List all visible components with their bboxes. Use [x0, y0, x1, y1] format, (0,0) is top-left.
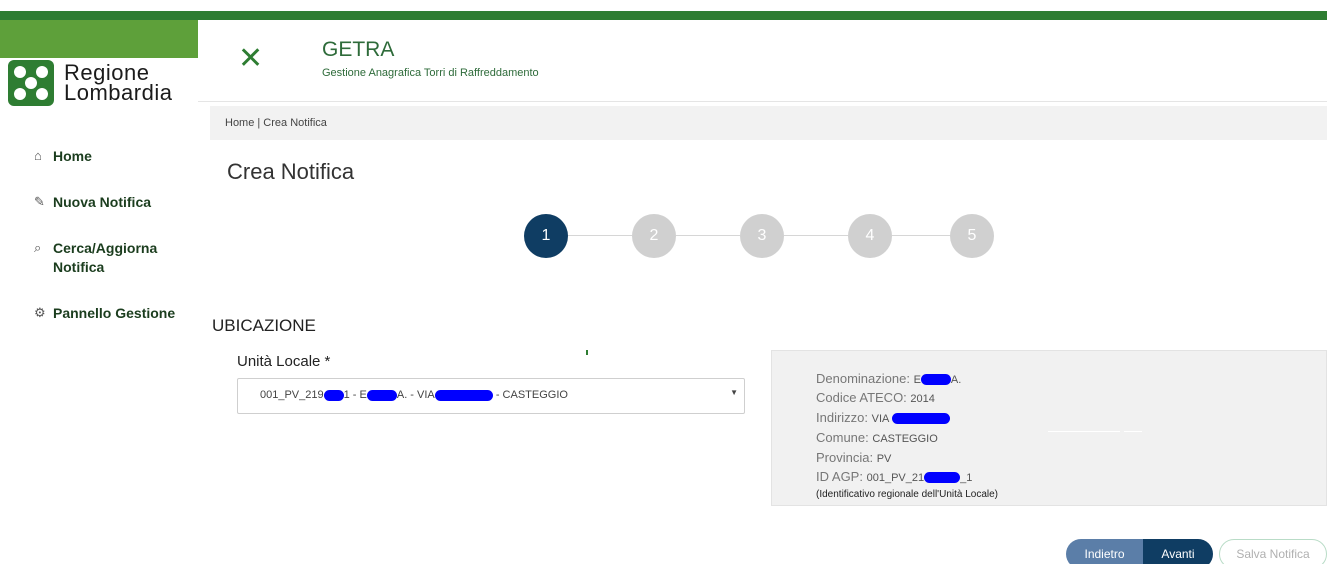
redaction-mark: [920, 374, 951, 386]
redaction-mark: [924, 472, 961, 484]
detail-value: E: [913, 374, 921, 386]
app-header: ✕ GETRA Gestione Anagrafica Torri di Raf…: [198, 20, 1327, 102]
detail-indirizzo: Indirizzo: VIA: [816, 410, 951, 425]
next-button[interactable]: Avanti: [1143, 539, 1213, 564]
save-notification-button[interactable]: Salva Notifica: [1219, 539, 1327, 564]
detail-value: 2014: [910, 393, 935, 405]
logo-line-2: Lombardia: [64, 80, 173, 105]
sidebar-item-label: Nuova Notifica: [53, 194, 152, 210]
step-connector: [568, 235, 632, 236]
sidebar-item-label: Pannello Gestione: [53, 305, 176, 321]
value-part: 1 - E: [343, 389, 367, 401]
detail-value: CASTEGGIO: [872, 433, 938, 445]
logo-strip: [0, 20, 198, 58]
section-title: UBICAZIONE: [212, 316, 316, 335]
unit-select-value: 001_PV_219 1 - E A. - VIA - CASTEGGIO: [260, 389, 568, 401]
app-title: GETRA: [322, 38, 395, 61]
edit-icon: ✎: [34, 194, 45, 209]
detail-label: Codice ATECO:: [816, 390, 907, 405]
decorative-tick: [586, 350, 588, 355]
gear-icon: ⚙: [34, 305, 46, 320]
search-icon: ⌕: [34, 240, 42, 255]
detail-value: 001_PV_21: [866, 472, 925, 484]
sidebar-item-label: Home: [53, 148, 92, 164]
detail-label: Comune:: [816, 430, 869, 445]
value-part: - CASTEGGIO: [495, 389, 568, 401]
step-1[interactable]: 1: [524, 214, 568, 258]
redaction-mark: [434, 389, 493, 401]
detail-value: A.: [950, 374, 962, 386]
back-button[interactable]: Indietro: [1066, 539, 1143, 564]
detail-provincia: Provincia: PV: [816, 450, 891, 465]
breadcrumb[interactable]: Home | Crea Notifica: [225, 117, 327, 129]
step-4[interactable]: 4: [848, 214, 892, 258]
detail-comune: Comune: CASTEGGIO: [816, 430, 938, 445]
detail-value: _1: [960, 472, 973, 484]
wizard-stepper: 1 2 3 4 5: [524, 214, 994, 258]
step-3[interactable]: 3: [740, 214, 784, 258]
sidebar-item-label: Cerca/Aggiorna Notifica: [53, 240, 158, 275]
unit-details-panel: Denominazione: E A. Codice ATECO: 2014 In…: [771, 350, 1327, 506]
step-connector: [784, 235, 848, 236]
detail-ateco: Codice ATECO: 2014: [816, 390, 935, 405]
unit-select-label: Unità Locale *: [237, 353, 331, 370]
logo-text: Regione Lombardia: [64, 62, 173, 105]
sidebar-item-home[interactable]: ⌂ Home: [34, 147, 183, 166]
detail-label: Indirizzo:: [816, 410, 869, 425]
step-connector: [892, 235, 956, 236]
page-title: Crea Notifica: [227, 159, 355, 184]
home-icon: ⌂: [34, 148, 42, 163]
detail-value: PV: [876, 453, 892, 465]
faint-divider: [1124, 431, 1142, 432]
close-icon[interactable]: ✕: [238, 42, 263, 76]
sidebar-item-pannello-gestione[interactable]: ⚙ Pannello Gestione: [34, 304, 183, 323]
id-agp-note: (Identificativo regionale dell'Unità Loc…: [816, 489, 999, 500]
faint-divider: [1048, 431, 1120, 432]
step-5[interactable]: 5: [950, 214, 994, 258]
detail-id-agp: ID AGP: 001_PV_21 _1: [816, 469, 972, 484]
detail-value: VIA: [871, 413, 890, 425]
chevron-down-icon: ▼: [730, 388, 738, 397]
regione-lombardia-logo[interactable]: Regione Lombardia: [8, 60, 172, 106]
unit-select[interactable]: 001_PV_219 1 - E A. - VIA - CASTEGGIO ▼: [237, 378, 745, 414]
sidebar: Regione Lombardia ⌂ Home ✎ Nuova Notific…: [0, 20, 198, 564]
redaction-mark: [892, 413, 951, 425]
redaction-mark: [366, 389, 397, 401]
step-connector: [676, 235, 740, 236]
detail-denominazione: Denominazione: E A.: [816, 371, 961, 386]
app-subtitle: Gestione Anagrafica Torri di Raffreddame…: [322, 67, 539, 79]
value-part: 001_PV_219: [260, 389, 324, 401]
redaction-mark: [323, 389, 344, 401]
top-accent-bar: [0, 11, 1327, 20]
detail-label: Denominazione:: [816, 371, 910, 386]
detail-label: ID AGP:: [816, 469, 863, 484]
sidebar-item-nuova-notifica[interactable]: ✎ Nuova Notifica: [34, 193, 183, 212]
step-2[interactable]: 2: [632, 214, 676, 258]
sidebar-item-cerca-aggiorna[interactable]: ⌕ Cerca/Aggiorna Notifica: [34, 239, 183, 277]
value-part: A. - VIA: [396, 389, 435, 401]
detail-label: Provincia:: [816, 450, 874, 465]
breadcrumb-bar: Home | Crea Notifica: [210, 106, 1327, 140]
rosa-camuna-icon: [8, 60, 54, 106]
